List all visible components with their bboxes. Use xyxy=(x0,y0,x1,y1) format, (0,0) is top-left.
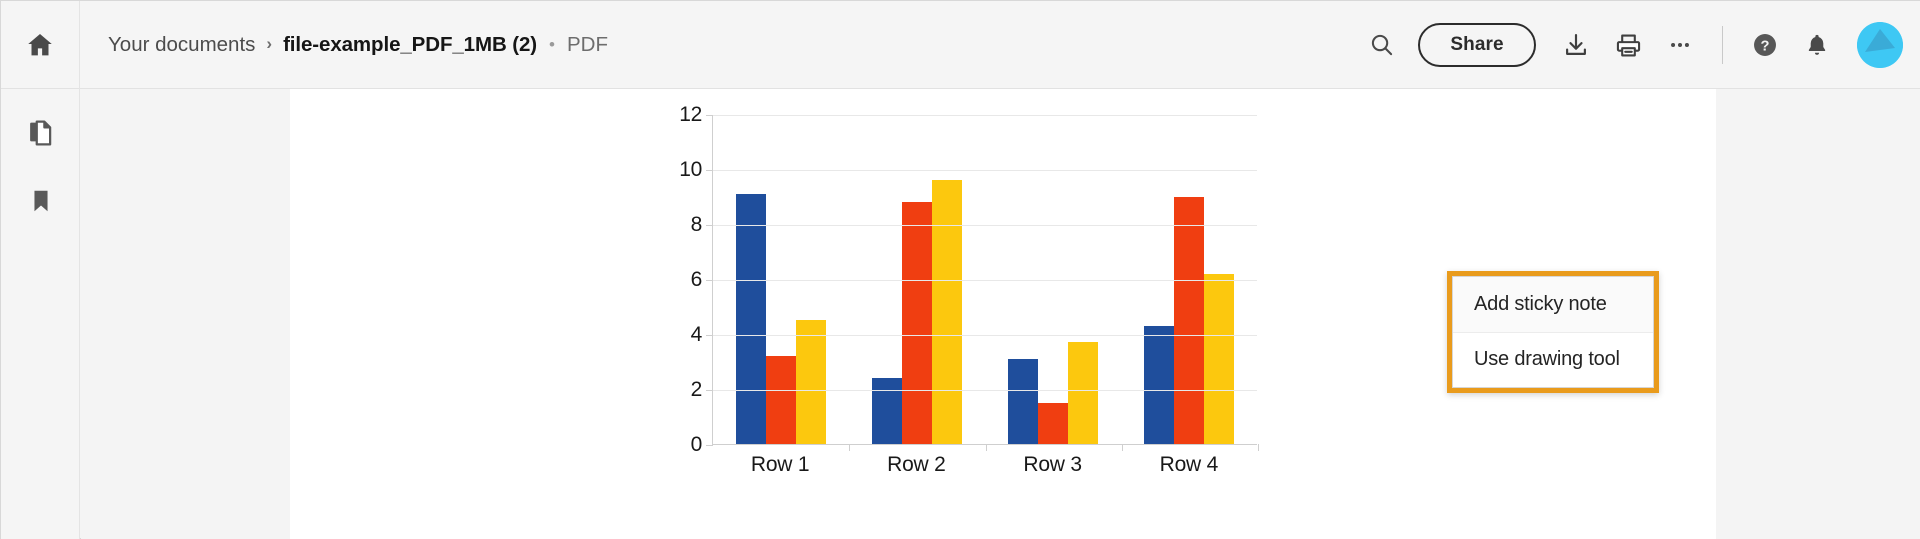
document-viewer[interactable]: 0 2 4 6 8 10 12 Row 1 Row 2 Row 3 Row 4 Add stick… xyxy=(81,89,1920,539)
download-icon xyxy=(1563,32,1589,58)
toolbar-actions: Share ? xyxy=(1356,1,1903,89)
y-axis-tick xyxy=(706,390,713,391)
y-axis-tick-label: 2 xyxy=(690,378,703,401)
bar xyxy=(796,320,826,444)
more-options-button[interactable] xyxy=(1654,19,1706,71)
x-axis-tick xyxy=(1258,444,1259,451)
bookmarks-icon xyxy=(27,187,55,220)
gridline xyxy=(713,280,1257,281)
gridline xyxy=(713,225,1257,226)
bar xyxy=(1068,342,1098,444)
breadcrumb-file-type: PDF xyxy=(566,32,608,56)
gridline xyxy=(713,335,1257,336)
breadcrumb-parent[interactable]: Your documents xyxy=(108,33,255,57)
y-axis-tick xyxy=(706,445,713,446)
y-axis-tick xyxy=(706,225,713,226)
x-axis-tick-label: Row 2 xyxy=(887,453,946,476)
search-icon xyxy=(1369,32,1395,58)
y-axis-tick-label: 8 xyxy=(690,213,703,236)
bar xyxy=(1204,273,1234,444)
context-menu[interactable]: Add sticky note Use drawing tool xyxy=(1447,271,1659,393)
bar xyxy=(1008,358,1038,444)
x-axis-tick-label: Row 3 xyxy=(1023,453,1082,476)
x-axis-tick xyxy=(1121,444,1123,451)
help-icon: ? xyxy=(1751,31,1779,59)
notifications-button[interactable] xyxy=(1791,19,1843,71)
avatar-glyph xyxy=(1857,22,1903,68)
y-axis-tick-label: 6 xyxy=(690,268,703,291)
bell-icon xyxy=(1804,32,1830,58)
y-axis-tick xyxy=(706,115,713,116)
breadcrumb-current-file: file-example_PDF_1MB (2) xyxy=(283,32,538,56)
document-page[interactable]: 0 2 4 6 8 10 12 Row 1 Row 2 Row 3 Row 4 Add stick… xyxy=(290,89,1716,539)
menu-item-add-sticky-note[interactable]: Add sticky note xyxy=(1453,277,1653,333)
breadcrumb-separator-icon: › xyxy=(266,34,273,53)
avatar[interactable] xyxy=(1857,22,1903,68)
y-axis-tick xyxy=(706,335,713,336)
x-axis-tick-label: Row 1 xyxy=(750,453,810,476)
x-axis-tick xyxy=(985,444,987,451)
home-icon xyxy=(25,30,55,60)
x-axis-labels: Row 1 Row 2 Row 3 Row 4 xyxy=(712,453,1257,477)
top-toolbar: Your documents › file-example_PDF_1MB (2… xyxy=(1,0,1920,89)
y-axis-tick-label: 12 xyxy=(679,103,702,126)
bar-chart: 0 2 4 6 8 10 12 Row 1 Row 2 Row 3 Row 4 xyxy=(660,103,1285,515)
sidebar-item-page-thumbnails[interactable] xyxy=(1,101,80,169)
y-axis-tick xyxy=(706,280,713,281)
share-button[interactable]: Share xyxy=(1418,23,1536,67)
y-axis-tick-label: 10 xyxy=(679,158,702,181)
context-menu-inner: Add sticky note Use drawing tool xyxy=(1452,276,1654,388)
bar xyxy=(1174,196,1204,444)
toolbar-divider xyxy=(1722,26,1723,64)
print-button[interactable] xyxy=(1602,19,1654,71)
sidebar-item-bookmarks[interactable] xyxy=(1,169,80,237)
svg-text:?: ? xyxy=(1761,38,1770,54)
x-axis-tick xyxy=(849,444,851,451)
print-icon xyxy=(1615,32,1642,59)
bar xyxy=(902,202,932,444)
left-sidebar xyxy=(1,89,80,539)
menu-item-use-drawing-tool[interactable]: Use drawing tool xyxy=(1453,332,1653,387)
download-button[interactable] xyxy=(1550,19,1602,71)
bar xyxy=(872,378,902,444)
bar xyxy=(766,356,796,444)
gridline xyxy=(713,390,1257,391)
bar xyxy=(736,193,766,444)
page-thumbnails-icon xyxy=(26,118,56,153)
search-button[interactable] xyxy=(1356,19,1408,71)
bar xyxy=(1144,325,1174,444)
y-axis-tick-label: 4 xyxy=(690,323,703,346)
gridline xyxy=(713,115,1257,116)
breadcrumb: Your documents › file-example_PDF_1MB (2… xyxy=(108,33,608,57)
more-options-icon xyxy=(1667,32,1693,58)
bar xyxy=(1038,402,1068,444)
plot-area xyxy=(706,115,1259,451)
breadcrumb-dot: • xyxy=(549,34,555,54)
help-button[interactable]: ? xyxy=(1739,19,1791,71)
y-axis-tick-label: 0 xyxy=(690,433,703,456)
x-axis-tick-label: Row 4 xyxy=(1159,453,1219,476)
bar xyxy=(932,180,962,444)
pdf-viewer-window: Your documents › file-example_PDF_1MB (2… xyxy=(0,0,1920,539)
y-axis-tick xyxy=(706,170,713,171)
home-button[interactable] xyxy=(1,0,80,89)
gridline xyxy=(713,170,1257,171)
y-axis-labels: 0 2 4 6 8 10 12 xyxy=(660,103,703,456)
